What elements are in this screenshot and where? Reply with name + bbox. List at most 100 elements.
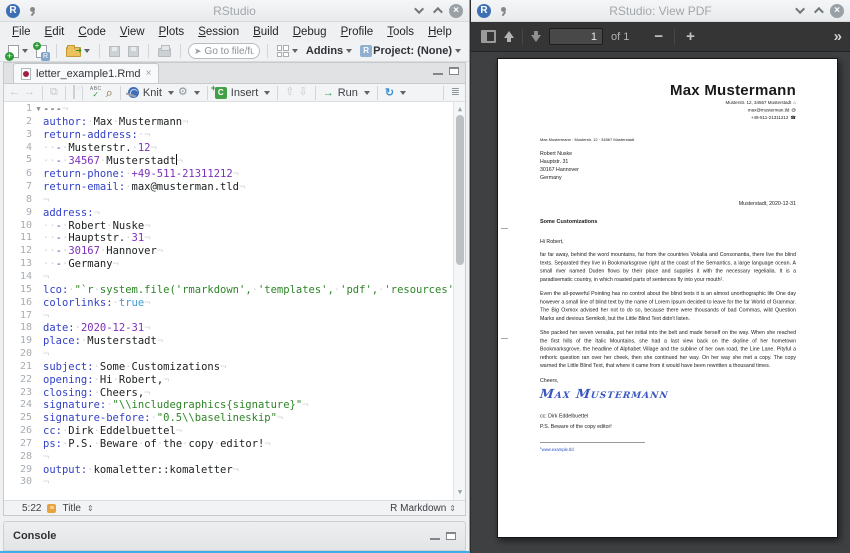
run-button[interactable]: Run	[338, 87, 358, 99]
scroll-up-icon[interactable]: ▲	[454, 103, 465, 116]
maximize-pane-icon[interactable]	[446, 532, 456, 540]
sidebar-toggle-icon[interactable]	[481, 30, 496, 43]
code-text[interactable]: ¬	[43, 451, 453, 464]
code-line[interactable]: 27ps:·P.S.·Beware·of·the·copy·editor!¬	[4, 438, 453, 451]
pdf-titlebar[interactable]: R RStudio: View PDF ×	[471, 0, 850, 22]
code-text[interactable]: ps:·P.S.·Beware·of·the·copy·editor!¬	[43, 438, 453, 451]
code-line[interactable]: 20¬	[4, 348, 453, 361]
code-line[interactable]: 26cc:·Dirk·Eddelbuettel¬	[4, 425, 453, 438]
gear-icon[interactable]: ⚙	[178, 87, 188, 98]
menu-item-profile[interactable]: Profile	[334, 26, 381, 38]
save-all-button[interactable]	[126, 45, 141, 58]
code-line[interactable]: 18date:·2020-12-31¬	[4, 322, 453, 335]
tab-close-icon[interactable]: ×	[146, 68, 152, 79]
close-button[interactable]: ×	[830, 4, 844, 18]
code-line[interactable]: 9address:¬	[4, 207, 453, 220]
code-line[interactable]: 2author:·Max·Mustermann¬	[4, 116, 453, 129]
chevron-down-icon[interactable]	[264, 91, 270, 95]
menu-item-session[interactable]: Session	[191, 26, 246, 38]
code-line[interactable]: 7return-email:·max@musterman.tld¬	[4, 181, 453, 194]
document-outline-icon[interactable]: ≣	[451, 87, 460, 98]
editor-scrollbar[interactable]: ▲ ▼	[453, 102, 465, 500]
code-line[interactable]: 12··-·30167·Hannover¬	[4, 245, 453, 258]
popout-window-icon[interactable]: ⧉	[50, 87, 58, 98]
code-text[interactable]: cc:·Dirk·Eddelbuettel¬	[43, 425, 453, 438]
fold-arrow-icon[interactable]: ▼	[34, 103, 43, 116]
menu-item-help[interactable]: Help	[421, 26, 459, 38]
maximize-button[interactable]	[433, 7, 443, 17]
code-text[interactable]: opening:·Hi·Robert,¬	[43, 374, 453, 387]
menu-item-build[interactable]: Build	[246, 26, 286, 38]
code-line[interactable]: 5··-·34567·Musterstadt¬	[4, 154, 453, 168]
menu-item-tools[interactable]: Tools	[380, 26, 421, 38]
code-text[interactable]: return-address:·¬	[43, 129, 453, 142]
scrollbar-thumb[interactable]	[456, 115, 464, 265]
file-type-selector[interactable]: R Markdown	[390, 503, 446, 514]
pin-icon[interactable]	[499, 6, 509, 16]
new-file-button[interactable]	[6, 44, 30, 59]
chevron-down-icon[interactable]	[194, 91, 200, 95]
run-previous-icon[interactable]: ⇧	[285, 87, 294, 98]
project-menu-button[interactable]: R Project: (None)	[358, 44, 463, 58]
code-text[interactable]: subject:·Some·Customizations¬	[43, 361, 453, 374]
code-text[interactable]: date:·2020-12-31¬	[43, 322, 453, 335]
save-button[interactable]	[107, 45, 122, 58]
zoom-out-button[interactable]: −	[651, 29, 666, 44]
menu-item-file[interactable]: File	[5, 26, 38, 38]
chevron-down-icon[interactable]	[364, 91, 370, 95]
next-page-button[interactable]	[531, 31, 541, 42]
run-next-icon[interactable]: ⇩	[299, 87, 308, 98]
code-line[interactable]: 16colorlinks:·true¬	[4, 297, 453, 310]
find-icon[interactable]: ⌕	[106, 86, 113, 99]
maximize-button[interactable]	[814, 7, 824, 17]
tab-letter-example1[interactable]: letter_example1.Rmd ×	[13, 63, 159, 83]
code-line[interactable]: 3return-address:·¬	[4, 129, 453, 142]
rerun-icon[interactable]: ↻	[385, 86, 394, 99]
back-icon[interactable]: ←	[9, 87, 20, 98]
console-panel-header[interactable]: Console	[3, 521, 466, 551]
code-line[interactable]: 25signature-before:·"0.5\\baselineskip"¬	[4, 412, 453, 425]
code-line[interactable]: 4··-·Musterstr.·12¬	[4, 142, 453, 155]
code-text[interactable]: lco:·"`r·system.file('rmarkdown',·'templ…	[43, 284, 465, 297]
zoom-in-button[interactable]: +	[683, 29, 698, 44]
code-text[interactable]: ··-·30167·Hannover¬	[43, 245, 453, 258]
code-line[interactable]: 24signature:·"\\includegraphics{signatur…	[4, 399, 453, 412]
save-icon[interactable]	[73, 87, 75, 98]
menu-item-edit[interactable]: Edit	[38, 26, 72, 38]
code-text[interactable]: address:¬	[43, 207, 453, 220]
code-text[interactable]: place:·Musterstadt¬	[43, 335, 453, 348]
code-text[interactable]: ··-·Germany¬	[43, 258, 453, 271]
code-line[interactable]: 30¬	[4, 476, 453, 489]
code-line[interactable]: 17¬	[4, 310, 453, 323]
chevron-down-icon[interactable]	[168, 91, 174, 95]
code-text[interactable]: ¬	[43, 194, 453, 207]
code-line[interactable]: 21subject:·Some·Customizations¬	[4, 361, 453, 374]
pane-layout-button[interactable]	[275, 44, 300, 58]
goto-file-input[interactable]	[205, 46, 254, 57]
menu-item-debug[interactable]: Debug	[286, 26, 334, 38]
code-text[interactable]: ··-·Hauptstr.·31¬	[43, 232, 453, 245]
page-number-input[interactable]	[549, 28, 603, 45]
code-line[interactable]: 14¬	[4, 271, 453, 284]
code-line[interactable]: 29output:·komaletter::komaletter¬	[4, 464, 453, 477]
minimize-pane-icon[interactable]	[433, 67, 443, 75]
print-button[interactable]	[156, 44, 173, 58]
code-text[interactable]: ¬	[43, 310, 453, 323]
minimize-pane-icon[interactable]	[430, 532, 440, 540]
chevron-down-icon[interactable]	[400, 91, 406, 95]
code-text[interactable]: ··-·34567·Musterstadt¬	[43, 154, 453, 168]
code-line[interactable]: 13··-·Germany¬	[4, 258, 453, 271]
menu-item-view[interactable]: View	[113, 26, 152, 38]
scope-selector[interactable]: Title	[62, 503, 81, 514]
code-line[interactable]: 15lco:·"`r·system.file('rmarkdown',·'tem…	[4, 284, 453, 297]
addins-button[interactable]: Addins	[304, 44, 354, 58]
spellcheck-button[interactable]: ABC✓	[90, 87, 102, 99]
code-text[interactable]: signature:·"\\includegraphics{signature}…	[43, 399, 453, 412]
code-text[interactable]: ---¬	[43, 103, 453, 116]
code-line[interactable]: 28¬	[4, 451, 453, 464]
code-line[interactable]: 22opening:·Hi·Robert,¬	[4, 374, 453, 387]
code-line[interactable]: 1▼---¬	[4, 103, 453, 116]
pdf-canvas[interactable]: Max Mustermann Musterstr. 12, 34567 Must…	[471, 52, 850, 553]
code-text[interactable]: ··-·Robert·Nuske¬	[43, 220, 453, 233]
code-text[interactable]: ¬	[43, 348, 453, 361]
